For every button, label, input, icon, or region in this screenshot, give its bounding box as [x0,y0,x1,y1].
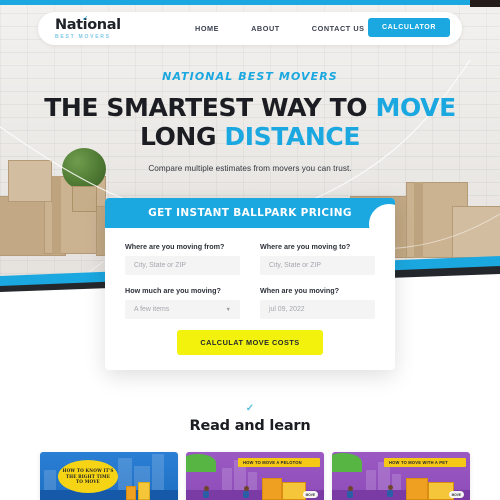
person-illustration [347,491,353,498]
box-tape [414,182,423,258]
person-illustration [243,491,249,498]
move-date-value: jul 09, 2022 [269,306,305,313]
field-label-moving-from: Where are you moving from? [125,242,225,251]
quote-form-card: GET INSTANT BALLPARK PRICING Where are y… [105,198,395,370]
page-title: THE SMARTEST WAY TO MOVE LONG DISTANCE [0,93,500,151]
submit-row: CALCULAT MOVE COSTS [125,330,375,355]
nav-link-contact-us[interactable]: CONTACT US [312,24,365,33]
hero-eyebrow: NATIONAL BEST MOVERS [162,70,338,83]
article-card[interactable]: HOW TO MOVE A PELOTON MOVE [186,452,324,500]
moving-to-input-wrap[interactable] [260,256,375,275]
article-title: HOW TO MOVE WITH A PET [389,460,448,465]
hero-heading-line1-plain: THE SMARTEST WAY TO [44,93,376,122]
logo-tagline: BEST MOVERS [55,33,111,40]
field-moving-to: Where are you moving to? [260,242,375,275]
navbar: National ✓ BEST MOVERS HOME ABOUT CONTAC… [38,12,462,45]
moving-from-input-wrap[interactable] [125,256,240,275]
field-move-size: How much are you moving? A few items ▼ [125,286,240,319]
card-ground [40,490,178,500]
hill-shape [186,454,216,472]
card-title-banner: HOW TO MOVE A PELOTON [238,458,320,467]
calculate-move-costs-button[interactable]: CALCULAT MOVE COSTS [177,330,323,355]
form-row-details: How much are you moving? A few items ▼ W… [125,286,375,319]
form-row-locations: Where are you moving from? Where are you… [125,242,375,275]
field-label-move-size: How much are you moving? [125,286,221,295]
hero-heading-line1-accent: MOVE [375,93,456,122]
hero-heading-line2-accent: DISTANCE [224,121,361,151]
header-notch-decoration [369,204,395,228]
person-illustration [203,491,209,498]
nav-link-home[interactable]: HOME [195,24,219,33]
article-card-list: HOW TO KNOW IT'S THE RIGHT TIME TO MOVE … [40,452,470,500]
hero-heading-line2-plain: LONG [139,121,225,151]
chevron-down-icon: ▼ [225,306,231,313]
quote-form-header: GET INSTANT BALLPARK PRICING [105,198,395,228]
article-card[interactable]: HOW TO MOVE WITH A PET MOVE [332,452,470,500]
quote-form-body: Where are you moving from? Where are you… [105,228,395,355]
moving-box-prop [138,482,150,500]
field-moving-from: Where are you moving from? [125,242,240,275]
moving-box-prop [406,478,428,500]
quote-form-title: GET INSTANT BALLPARK PRICING [148,207,352,219]
hero-text-block: NATIONAL BEST MOVERS THE SMARTEST WAY TO… [0,70,500,173]
card-move-button[interactable]: MOVE [302,491,318,498]
move-size-value: A few items [134,306,170,313]
box-tape [52,176,61,254]
logo-wordmark: National ✓ [55,13,121,33]
card-move-button[interactable]: MOVE [448,491,464,498]
article-card[interactable]: HOW TO KNOW IT'S THE RIGHT TIME TO MOVE [40,452,178,500]
moving-box-prop [282,482,306,500]
article-title: HOW TO MOVE A PELOTON [243,460,302,465]
move-date-input[interactable]: jul 09, 2022 [260,300,375,319]
check-icon: ✓ [82,13,89,23]
hero-subtitle: Compare multiple estimates from movers y… [148,164,352,173]
moving-box-prop [126,486,136,500]
plant-pot [72,186,97,212]
field-move-date: When are you moving? jul 09, 2022 [260,286,375,319]
hill-shape [332,453,362,472]
cardboard-box [452,206,500,258]
section-title: Read and learn [189,418,311,434]
moving-box-prop [262,478,282,500]
top-dark-stripe [470,0,500,7]
landing-page: National ✓ BEST MOVERS HOME ABOUT CONTAC… [0,0,500,500]
moving-to-input[interactable] [269,262,366,269]
field-label-move-date: When are you moving? [260,286,340,295]
field-label-moving-to: Where are you moving to? [260,242,351,251]
person-illustration [387,490,393,497]
move-size-select[interactable]: A few items ▼ [125,300,240,319]
read-and-learn-section: ✓ Read and learn [0,403,500,435]
logo[interactable]: National ✓ BEST MOVERS [55,13,131,40]
top-accent-stripe [0,0,472,5]
nav-links: HOME ABOUT CONTACT US [195,24,365,33]
article-title: HOW TO KNOW IT'S THE RIGHT TIME TO MOVE [62,467,114,485]
card-title-banner: HOW TO MOVE WITH A PET [384,458,466,467]
moving-from-input[interactable] [134,262,231,269]
calculator-button[interactable]: CALCULATOR [368,18,450,37]
check-icon: ✓ [245,403,255,414]
nav-link-about[interactable]: ABOUT [251,24,280,33]
card-title-bubble: HOW TO KNOW IT'S THE RIGHT TIME TO MOVE [58,460,118,493]
